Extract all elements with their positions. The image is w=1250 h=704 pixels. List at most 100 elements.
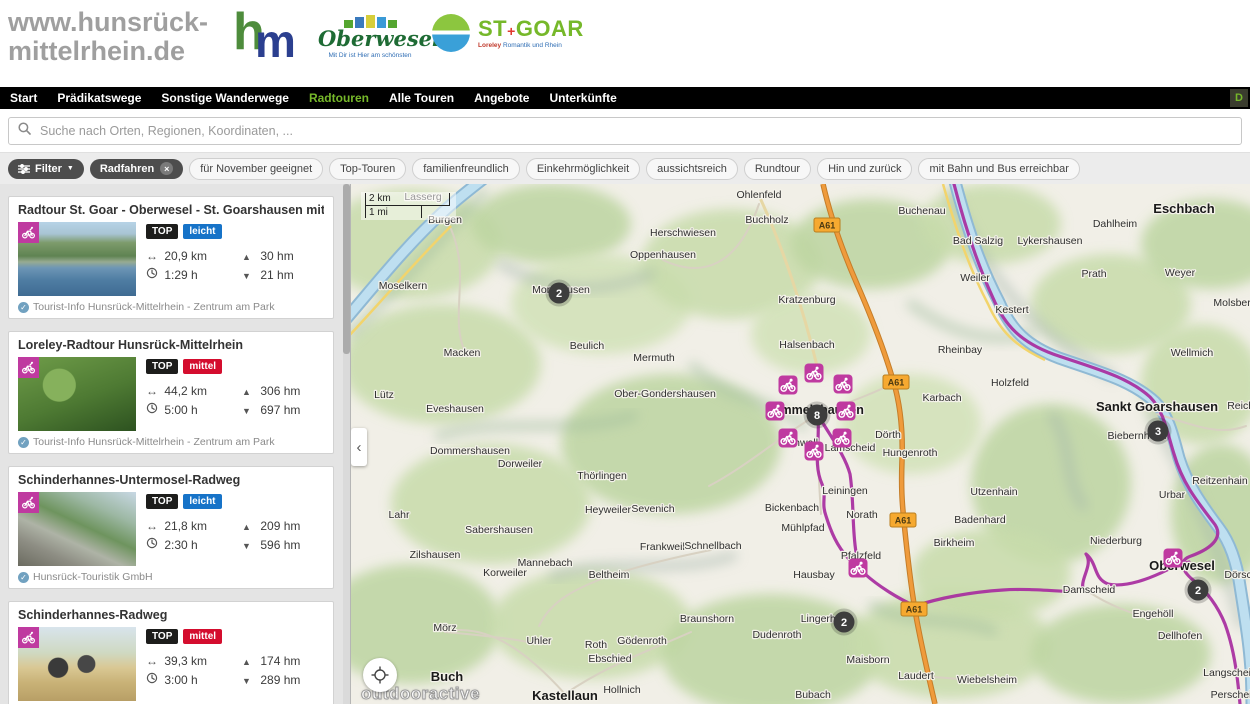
site-logo-text[interactable]: www.hunsrück- mittelrhein.de: [8, 8, 208, 66]
map-cluster-marker[interactable]: 3: [1145, 418, 1172, 445]
filter-chip[interactable]: Top-Touren: [329, 158, 406, 180]
nav-item-sonstige-wanderwege[interactable]: Sonstige Wanderwege: [151, 91, 299, 105]
map-bike-marker[interactable]: [833, 429, 852, 448]
map-town-label: Weyer: [1165, 267, 1196, 279]
map-bike-marker[interactable]: [779, 429, 798, 448]
map-town-label: Eschbach: [1153, 201, 1214, 216]
filter-chip[interactable]: für November geeignet: [189, 158, 323, 180]
filter-bar: Filter ▼ Radfahren × für November geeign…: [0, 153, 1250, 184]
map-town-label: Dommershausen: [430, 445, 510, 457]
map-bike-marker[interactable]: [834, 375, 853, 394]
map-town-label: Rheinbay: [938, 344, 983, 356]
nav-item-start[interactable]: Start: [0, 91, 47, 105]
filter-chip[interactable]: Hin und zurück: [817, 158, 912, 180]
map-bike-marker[interactable]: [805, 364, 824, 383]
duration-icon: [146, 402, 161, 417]
ascent-icon: ▲: [242, 387, 257, 397]
tour-title[interactable]: Loreley-Radtour Hunsrück-Mittelrhein: [18, 338, 324, 352]
descent-value: 697 hm: [260, 403, 300, 417]
map-bike-marker[interactable]: [837, 402, 856, 421]
filter-button-label: Filter: [35, 163, 62, 175]
filter-chip[interactable]: Einkehrmöglichkeit: [526, 158, 640, 180]
svg-text:A61: A61: [906, 605, 923, 615]
sliders-icon: [18, 164, 30, 174]
filter-chip[interactable]: familienfreundlich: [412, 158, 520, 180]
svg-text:2: 2: [1195, 585, 1201, 597]
tour-title[interactable]: Schinderhannes-Radweg: [18, 608, 324, 622]
map-town-label: Niederburg: [1090, 535, 1142, 547]
tour-thumbnail[interactable]: [18, 222, 136, 296]
oberwesel-logo[interactable]: Oberwesel Mit Dir ist Hier am schönsten: [318, 10, 422, 59]
top-badge: TOP: [146, 224, 178, 239]
remove-filter-icon[interactable]: ×: [160, 162, 173, 175]
duration-value: 2:30 h: [164, 538, 197, 552]
filter-chip[interactable]: Rundtour: [744, 158, 811, 180]
nav-item-angebote[interactable]: Angebote: [464, 91, 539, 105]
target-icon: [371, 666, 389, 684]
difficulty-badge: mittel: [183, 359, 222, 374]
tour-thumbnail[interactable]: [18, 357, 136, 431]
map-town-label: Buchenau: [898, 205, 945, 217]
duration-icon: [146, 672, 161, 687]
map-cluster-marker[interactable]: 2: [546, 280, 573, 307]
map-town-label: Sevenich: [631, 503, 674, 515]
duration-value: 3:00 h: [164, 673, 197, 687]
hm-logo[interactable]: h m: [233, 10, 303, 76]
list-scrollbar-track[interactable]: [343, 184, 350, 704]
nav-item-radtouren[interactable]: Radtouren: [299, 91, 379, 105]
map-town-label: Zilshausen: [410, 549, 461, 561]
map-container[interactable]: 2 km 1 mi ‹ outdooractive LassergBurgenM…: [350, 184, 1250, 704]
map-town-label: Oppenhausen: [630, 249, 696, 261]
map-bike-marker[interactable]: [1164, 549, 1183, 568]
distance-icon: ↔: [146, 654, 161, 668]
map-bike-marker[interactable]: [779, 376, 798, 395]
search-input[interactable]: [38, 123, 1241, 139]
map-cluster-marker[interactable]: 2: [1185, 577, 1212, 604]
map-town-label: Heyweiler: [585, 504, 632, 516]
active-filter-chip-radfahren[interactable]: Radfahren ×: [90, 159, 183, 179]
cycling-icon: [18, 357, 39, 378]
map-town-label: Ohlenfeld: [737, 189, 782, 201]
map-bike-marker[interactable]: [805, 442, 824, 461]
tour-title[interactable]: Schinderhannes-Untermosel-Radweg: [18, 473, 324, 487]
main-nav: StartPrädikatswegeSonstige WanderwegeRad…: [0, 87, 1250, 109]
descent-value: 21 hm: [260, 268, 293, 282]
site-title-line2: mittelrhein.de: [8, 37, 208, 66]
search-box[interactable]: [8, 117, 1242, 145]
filter-chip[interactable]: aussichtsreich: [646, 158, 738, 180]
map-town-label: Ober-Gondershausen: [614, 388, 716, 400]
difficulty-badge: leicht: [183, 494, 221, 509]
map-cluster-marker[interactable]: 2: [831, 609, 858, 636]
filter-button[interactable]: Filter ▼: [8, 159, 84, 179]
tour-card[interactable]: Radtour St. Goar - Oberwesel - St. Goars…: [8, 196, 334, 319]
svg-text:2: 2: [556, 288, 562, 300]
map-town-label: Karbach: [922, 392, 961, 404]
map-canvas[interactable]: LassergBurgenMoselkernMorshausenOppenhau…: [351, 184, 1250, 704]
nav-item-unterk-nfte[interactable]: Unterkünfte: [539, 91, 626, 105]
distance-icon: ↔: [146, 519, 161, 533]
filter-chip[interactable]: mit Bahn und Bus erreichbar: [918, 158, 1079, 180]
panel-collapse-button[interactable]: ‹: [351, 428, 367, 466]
tour-title[interactable]: Radtour St. Goar - Oberwesel - St. Goars…: [18, 203, 324, 217]
descent-value: 289 hm: [260, 673, 300, 687]
map-town-label: Damscheid: [1063, 584, 1116, 596]
map-town-label: Perscheid: [1211, 689, 1250, 701]
nav-item-alle-touren[interactable]: Alle Touren: [379, 91, 464, 105]
tour-card[interactable]: Schinderhannes-Radweg TOP mittel ↔ 39,3 …: [8, 601, 334, 704]
tour-thumbnail[interactable]: [18, 492, 136, 566]
list-scrollbar-thumb[interactable]: [343, 184, 350, 354]
map-bike-marker[interactable]: [766, 402, 785, 421]
map-scale-bar: 2 km 1 mi: [361, 192, 456, 220]
difficulty-badge: mittel: [183, 629, 222, 644]
ascent-value: 306 hm: [260, 384, 300, 398]
ascent-icon: ▲: [242, 657, 257, 667]
map-cluster-marker[interactable]: 8: [804, 402, 831, 429]
nav-item-pr-dikatswege[interactable]: Prädikatswege: [47, 91, 151, 105]
tour-card[interactable]: Schinderhannes-Untermosel-Radweg TOP lei…: [8, 466, 334, 589]
language-switch[interactable]: D: [1230, 89, 1248, 107]
geolocate-button[interactable]: [363, 658, 397, 692]
map-bike-marker[interactable]: [849, 559, 868, 578]
tour-thumbnail[interactable]: [18, 627, 136, 701]
tour-card[interactable]: Loreley-Radtour Hunsrück-Mittelrhein TOP…: [8, 331, 334, 454]
stgoar-logo[interactable]: ST+GOAR Loreley Romantik und Rhein: [432, 14, 584, 52]
